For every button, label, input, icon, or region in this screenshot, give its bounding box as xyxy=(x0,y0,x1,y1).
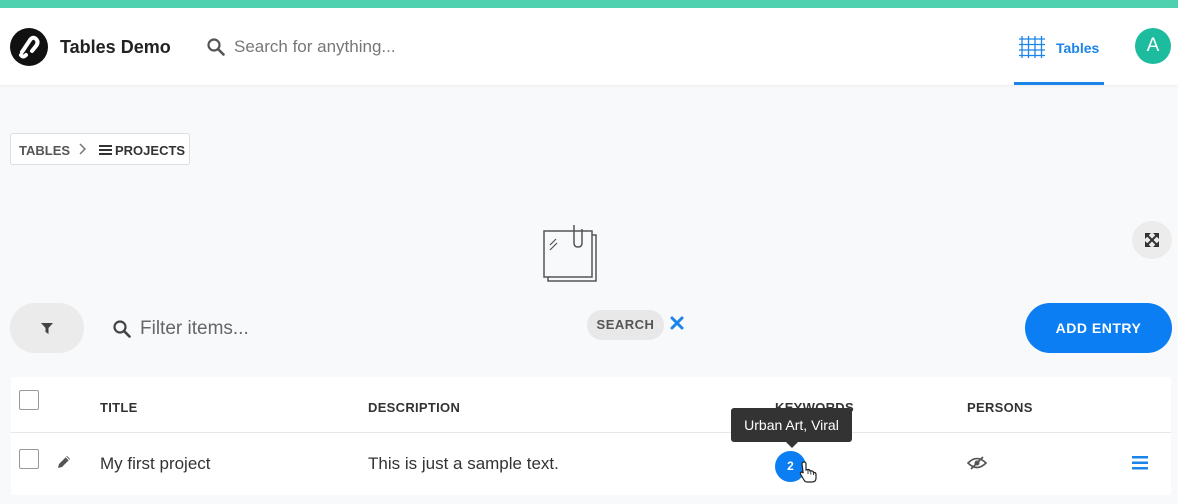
expand-icon xyxy=(1145,233,1159,247)
close-icon[interactable] xyxy=(670,316,684,330)
table-header: TITLE DESCRIPTION KEYWORDS PERSONS xyxy=(11,377,1171,433)
filter-icon xyxy=(41,323,53,334)
select-all-checkbox[interactable] xyxy=(19,390,39,410)
pencil-icon[interactable] xyxy=(56,454,72,470)
cell-title: My first project xyxy=(100,454,211,473)
search-icon xyxy=(113,320,131,338)
eye-off-icon[interactable] xyxy=(967,456,987,470)
filter-button[interactable] xyxy=(10,303,84,353)
hand-cursor-icon xyxy=(799,461,817,483)
list-icon xyxy=(99,145,112,155)
nav-tab-tables[interactable]: Tables xyxy=(1014,8,1104,85)
cell-description: This is just a sample text. xyxy=(368,454,559,473)
avatar[interactable]: A xyxy=(1135,28,1171,64)
top-accent-bar xyxy=(0,0,1178,8)
column-header-title[interactable]: TITLE xyxy=(100,400,138,415)
app-title: Tables Demo xyxy=(60,37,171,57)
column-header-description[interactable]: DESCRIPTION xyxy=(368,400,460,415)
keywords-tooltip: Urban Art, Viral xyxy=(731,408,852,442)
global-search-input[interactable] xyxy=(234,34,634,60)
chevron-right-icon xyxy=(79,143,87,155)
row-checkbox[interactable] xyxy=(19,449,39,469)
tooltip-arrow xyxy=(786,442,798,448)
column-header-persons[interactable]: PERSONS xyxy=(967,400,1033,415)
breadcrumb-current: PROJECTS xyxy=(115,143,186,158)
menu-icon[interactable] xyxy=(1132,456,1148,470)
sticky-note-icon xyxy=(543,225,597,282)
add-entry-button[interactable]: ADD ENTRY xyxy=(1025,303,1172,353)
search-icon xyxy=(207,38,225,56)
data-table: TITLE DESCRIPTION KEYWORDS PERSONS My fi… xyxy=(11,377,1171,495)
breadcrumb: TABLES PROJECTS xyxy=(10,133,190,165)
expand-button[interactable] xyxy=(1132,221,1172,259)
breadcrumb-tables-link[interactable]: TABLES xyxy=(19,143,70,158)
app-header: Tables Demo Tables A xyxy=(0,8,1178,85)
search-chip[interactable]: SEARCH xyxy=(587,310,664,340)
table-row[interactable]: My first project This is just a sample t… xyxy=(11,434,1171,495)
nav-tab-label: Tables xyxy=(1056,40,1100,56)
filter-input[interactable] xyxy=(140,316,540,342)
logo-icon[interactable] xyxy=(10,28,48,66)
grid-icon xyxy=(1019,36,1045,58)
